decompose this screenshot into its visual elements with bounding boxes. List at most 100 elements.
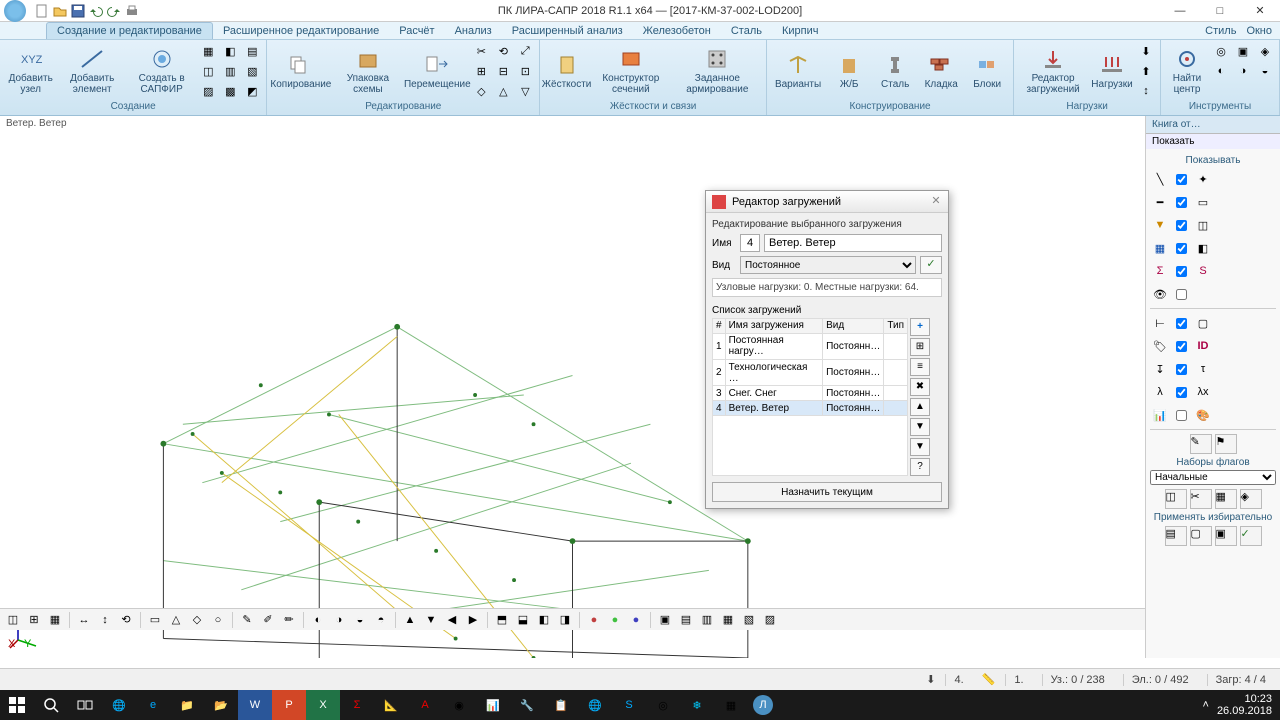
tool-icon[interactable]: ▽ xyxy=(515,82,535,100)
preset-btn[interactable]: ✂ xyxy=(1190,489,1212,509)
tool-icon[interactable]: ⬆ xyxy=(1136,62,1156,80)
show-check[interactable] xyxy=(1176,266,1187,277)
preset-btn[interactable]: ◈ xyxy=(1240,489,1262,509)
view-tool-icon[interactable]: ● xyxy=(606,611,624,629)
view-tool-icon[interactable]: ◧ xyxy=(535,611,553,629)
save-icon[interactable] xyxy=(70,3,86,19)
view-tool-icon[interactable]: ✐ xyxy=(259,611,277,629)
pack-button[interactable]: Упаковка схемы xyxy=(333,45,404,97)
apply-button[interactable]: ✓ xyxy=(920,256,942,274)
tool-icon[interactable]: ⊡ xyxy=(515,62,535,80)
blocks-button[interactable]: Блоки xyxy=(965,51,1009,92)
tool-grid-icon[interactable]: ▦ xyxy=(198,42,218,60)
tool-icon[interactable]: ◎ xyxy=(1211,42,1231,60)
view-tool-icon[interactable]: ▤ xyxy=(677,611,695,629)
window-menu[interactable]: Окно xyxy=(1246,25,1272,37)
view-tool-icon[interactable]: ▲ xyxy=(401,611,419,629)
assign-current-button[interactable]: Назначить текущим xyxy=(712,482,942,502)
excel-icon[interactable]: X xyxy=(306,690,340,720)
view-tool-icon[interactable]: ▭ xyxy=(146,611,164,629)
close-button[interactable]: ✕ xyxy=(1240,0,1280,22)
lira-icon[interactable]: Л xyxy=(753,695,773,715)
view-tool-icon[interactable]: ▨ xyxy=(761,611,779,629)
copy-button[interactable]: ⊞ xyxy=(910,338,930,356)
load-type-select[interactable]: Постоянное xyxy=(740,256,916,274)
tool-icon[interactable]: ✂ xyxy=(471,42,491,60)
view-tool-icon[interactable]: ▼ xyxy=(422,611,440,629)
view-tool-icon[interactable]: ⊞ xyxy=(25,611,43,629)
panel-tab-book[interactable]: Книга от… xyxy=(1146,116,1280,134)
tool-icon[interactable]: ◧ xyxy=(220,42,240,60)
view-tool-icon[interactable]: ▣ xyxy=(656,611,674,629)
tool-icon[interactable]: ◩ xyxy=(242,82,262,100)
app-icon[interactable]: 🌐 xyxy=(102,690,136,720)
add-button[interactable]: + xyxy=(910,318,930,336)
view-tool-icon[interactable]: ◀ xyxy=(443,611,461,629)
preset-btn[interactable]: ▦ xyxy=(1215,489,1237,509)
loads-table[interactable]: #Имя загруженияВидТип 1Постоянная нагру…… xyxy=(712,318,908,476)
view-tool-icon[interactable]: ◑ xyxy=(330,611,348,629)
apply-btn[interactable]: ✓ xyxy=(1240,526,1262,546)
dialog-close-button[interactable]: ✕ xyxy=(928,194,944,210)
view-tool-icon[interactable]: ⬒ xyxy=(493,611,511,629)
app-icon[interactable]: 📋 xyxy=(544,690,578,720)
tool-icon[interactable]: ◑ xyxy=(1233,62,1253,80)
concrete-button[interactable]: Ж/Б xyxy=(827,51,871,92)
view-tool-icon[interactable]: ↔ xyxy=(75,611,93,629)
view-tool-icon[interactable]: ▶ xyxy=(464,611,482,629)
tool-icon[interactable]: ▨ xyxy=(198,82,218,100)
edit-button[interactable]: ≡ xyxy=(910,358,930,376)
skype-icon[interactable]: S xyxy=(612,690,646,720)
apply-btn[interactable]: ▢ xyxy=(1190,526,1212,546)
tool-icon[interactable]: △ xyxy=(493,82,513,100)
status-loadnum-icon[interactable]: ⬇ xyxy=(926,673,935,686)
add-element-button[interactable]: Добавить элемент xyxy=(59,45,125,97)
minimize-button[interactable]: — xyxy=(1160,0,1200,22)
new-icon[interactable] xyxy=(34,3,50,19)
edge-icon[interactable]: e xyxy=(136,690,170,720)
apply-btn[interactable]: ▣ xyxy=(1215,526,1237,546)
view-tool-icon[interactable]: ◐ xyxy=(309,611,327,629)
app-icon[interactable]: 📐 xyxy=(374,690,408,720)
powerpoint-icon[interactable]: P xyxy=(272,690,306,720)
view-tool-icon[interactable]: ◫ xyxy=(4,611,22,629)
show-check[interactable] xyxy=(1176,243,1187,254)
view-tool-icon[interactable]: ◒ xyxy=(351,611,369,629)
tab-adv-analysis[interactable]: Расширенный анализ xyxy=(502,23,633,39)
dialog-titlebar[interactable]: Редактор загружений ✕ xyxy=(706,191,948,213)
tool-icon[interactable]: ⬇ xyxy=(1136,42,1156,60)
tab-brick[interactable]: Кирпич xyxy=(772,23,829,39)
tool-icon[interactable]: ⤢ xyxy=(515,42,535,60)
redo-icon[interactable] xyxy=(106,3,122,19)
app-icon[interactable]: ▦ xyxy=(714,690,748,720)
copy-button[interactable]: Копирование xyxy=(271,51,330,92)
status-scale[interactable]: 1. xyxy=(1005,674,1031,686)
tool-icon[interactable]: ⊟ xyxy=(493,62,513,80)
print-icon[interactable] xyxy=(124,3,140,19)
start-button[interactable] xyxy=(0,690,34,720)
view-tool-icon[interactable]: ▥ xyxy=(698,611,716,629)
delete-button[interactable]: ✖ xyxy=(910,378,930,396)
view-tool-icon[interactable]: △ xyxy=(167,611,185,629)
show-check[interactable] xyxy=(1176,410,1187,421)
view-tool-icon[interactable]: ⟲ xyxy=(117,611,135,629)
chrome-icon[interactable]: 🌐 xyxy=(578,690,612,720)
tab-create-edit[interactable]: Создание и редактирование xyxy=(46,22,213,39)
tool-icon[interactable]: ◒ xyxy=(1255,62,1275,80)
stiffness-button[interactable]: Жёсткости xyxy=(544,51,589,92)
tab-analysis[interactable]: Анализ xyxy=(445,23,502,39)
tool-icon[interactable]: ↕ xyxy=(1136,82,1156,100)
load-editor-button[interactable]: Редактор загружений xyxy=(1018,45,1088,97)
tab-calc[interactable]: Расчёт xyxy=(389,23,444,39)
show-check[interactable] xyxy=(1176,174,1187,185)
section-constructor-button[interactable]: Конструктор сечений xyxy=(591,45,671,97)
app-icon[interactable]: Σ xyxy=(340,690,374,720)
tab-concrete[interactable]: Железобетон xyxy=(633,23,721,39)
flag-btn[interactable]: ✎ xyxy=(1190,434,1212,454)
tool-icon[interactable]: ▣ xyxy=(1233,42,1253,60)
view-tool-icon[interactable]: ○ xyxy=(209,611,227,629)
load-name-input[interactable]: Ветер. Ветер xyxy=(764,234,942,252)
move-button[interactable]: Перемещение xyxy=(405,51,469,92)
taskview-icon[interactable] xyxy=(68,690,102,720)
undo-icon[interactable] xyxy=(88,3,104,19)
